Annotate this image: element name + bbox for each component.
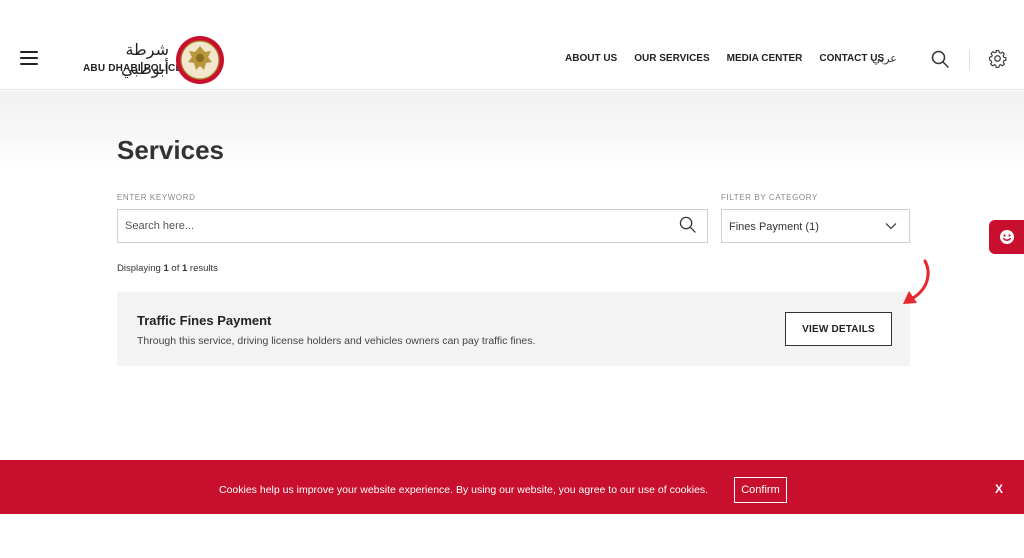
category-label: FILTER BY CATEGORY: [721, 193, 818, 202]
police-emblem[interactable]: [175, 35, 225, 85]
chevron-down-icon: [885, 223, 897, 230]
main-nav: ABOUT US OUR SERVICES MEDIA CENTER CONTA…: [565, 53, 901, 64]
nav-about-us[interactable]: ABOUT US: [565, 53, 617, 64]
cookie-close-button[interactable]: X: [995, 482, 1003, 496]
keyword-label: ENTER KEYWORD: [117, 193, 196, 202]
search-icon[interactable]: [679, 216, 696, 233]
logo-english-text[interactable]: ABU DHABI POLICE: [83, 63, 182, 74]
annotation-arrow-icon: [903, 259, 930, 304]
results-count: Displaying 1 of 1 results: [117, 263, 218, 274]
service-title: Traffic Fines Payment: [137, 313, 272, 328]
category-select[interactable]: Fines Payment (1): [721, 209, 910, 243]
cookie-banner: Cookies help us improve your website exp…: [0, 460, 1024, 514]
chatbot-button[interactable]: [989, 220, 1024, 254]
service-description: Through this service, driving license ho…: [137, 335, 536, 347]
nav-our-services[interactable]: OUR SERVICES: [634, 53, 709, 64]
site-header: شرطة أبوظبي ABU DHABI POLICE ABOUT US OU…: [0, 0, 1024, 90]
gear-icon[interactable]: [988, 49, 1007, 68]
nav-media-center[interactable]: MEDIA CENTER: [727, 53, 803, 64]
page-bottom: [0, 514, 1024, 558]
service-card: Traffic Fines Payment Through this servi…: [117, 292, 910, 366]
view-details-button[interactable]: VIEW DETAILS: [785, 312, 892, 346]
language-toggle[interactable]: عربي: [872, 52, 897, 65]
smiley-icon: [999, 230, 1014, 244]
search-icon[interactable]: [931, 50, 949, 68]
page-title: Services: [117, 135, 224, 165]
category-selected-value: Fines Payment (1): [729, 221, 819, 233]
cookie-message: Cookies help us improve your website exp…: [219, 484, 709, 496]
cookie-confirm-button[interactable]: Confirm: [734, 477, 787, 503]
header-divider: [969, 49, 970, 71]
search-input[interactable]: [117, 209, 708, 243]
hamburger-icon[interactable]: [20, 51, 38, 65]
